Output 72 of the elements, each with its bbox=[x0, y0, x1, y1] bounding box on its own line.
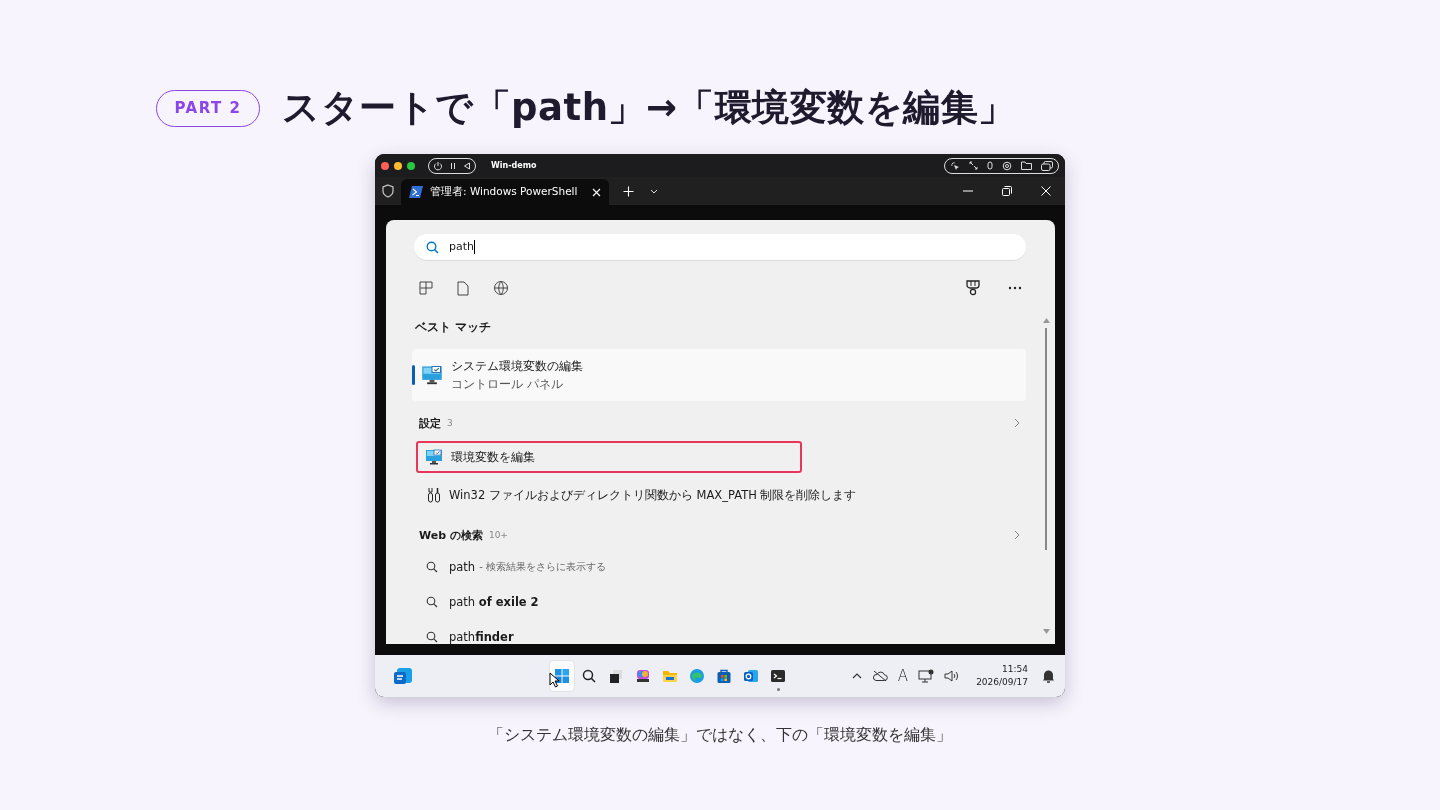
windows-icon[interactable] bbox=[1041, 160, 1053, 171]
apps-filter-icon[interactable] bbox=[419, 281, 433, 295]
result-text: path bbox=[449, 559, 476, 574]
widgets-icon bbox=[393, 667, 413, 685]
power-icon[interactable] bbox=[433, 160, 443, 171]
folder-icon bbox=[662, 668, 678, 684]
search-icon bbox=[426, 595, 438, 608]
store-icon bbox=[716, 668, 732, 684]
result-text: pathfinder bbox=[449, 629, 514, 644]
browser-icon bbox=[689, 668, 705, 684]
tab-title: 管理者: Windows PowerShell bbox=[430, 185, 578, 199]
back-icon[interactable] bbox=[463, 161, 471, 170]
chevron-up-icon[interactable] bbox=[851, 673, 862, 679]
windows-logo-icon bbox=[554, 668, 570, 684]
search-icon bbox=[581, 668, 597, 684]
search-icon bbox=[426, 630, 438, 643]
result-hint: - 検索結果をさらに表示する bbox=[479, 559, 606, 574]
device-icon[interactable] bbox=[987, 161, 993, 170]
folder-icon[interactable] bbox=[1021, 161, 1032, 170]
minimize-dot[interactable] bbox=[394, 161, 402, 170]
search-icon bbox=[426, 560, 438, 573]
result-count: 3 bbox=[447, 418, 453, 428]
caption-text: 「システム環境変数の編集」ではなく、下の「環境変数を編集」 bbox=[488, 725, 952, 746]
web-result[interactable]: pathfinder bbox=[414, 619, 1026, 644]
result-subtitle: コントロール パネル bbox=[451, 377, 564, 392]
cloud-off-icon[interactable] bbox=[871, 670, 888, 682]
more-icon[interactable] bbox=[1008, 286, 1022, 290]
close-tab-icon[interactable] bbox=[592, 187, 601, 197]
notification-icon[interactable] bbox=[1042, 669, 1055, 683]
powershell-icon bbox=[409, 186, 423, 198]
chevron-right-icon[interactable] bbox=[1014, 530, 1020, 540]
clock-date[interactable]: 2026/09/17 bbox=[976, 676, 1028, 689]
best-match-item[interactable]: システム環境変数の編集 コントロール パネル bbox=[412, 349, 1026, 401]
pointer-icon[interactable] bbox=[950, 160, 960, 171]
section-heading: Web の検索 bbox=[419, 527, 483, 543]
section-heading: 設定 bbox=[419, 415, 441, 431]
speaker-icon[interactable] bbox=[944, 670, 961, 682]
monitor-icon[interactable] bbox=[918, 669, 935, 683]
monitor-icon bbox=[425, 449, 443, 465]
settings-icon[interactable] bbox=[1002, 160, 1012, 171]
setting-item[interactable]: 環境変数を編集 bbox=[416, 441, 802, 473]
terminal-tab[interactable]: 管理者: Windows PowerShell bbox=[401, 179, 609, 205]
vm-title: Win-demo bbox=[491, 161, 537, 170]
app-icon bbox=[635, 668, 651, 684]
web-result[interactable]: path - 検索結果をさらに表示する bbox=[414, 549, 1026, 584]
search-icon bbox=[426, 240, 439, 254]
slide-title: スタートで「path」→「環境変数を編集」 bbox=[282, 85, 1016, 131]
close-dot[interactable] bbox=[381, 161, 389, 170]
mouse-cursor-icon bbox=[549, 672, 560, 688]
section-heading: ベスト マッチ bbox=[415, 320, 492, 335]
resize-icon[interactable] bbox=[969, 161, 978, 170]
terminal-icon bbox=[770, 668, 786, 684]
chevron-right-icon[interactable] bbox=[1014, 418, 1020, 428]
monitor-icon bbox=[421, 365, 443, 385]
setting-label: 環境変数を編集 bbox=[451, 449, 535, 465]
clock-time[interactable]: 11:54 bbox=[1002, 663, 1028, 676]
result-title: システム環境変数の編集 bbox=[451, 358, 583, 375]
search-field[interactable]: path bbox=[414, 234, 1026, 260]
result-text: path of exile 2 bbox=[449, 594, 539, 609]
task-view-icon bbox=[608, 668, 624, 684]
tools-icon bbox=[427, 487, 441, 503]
web-filter-icon[interactable] bbox=[493, 280, 509, 296]
trophy-icon[interactable] bbox=[966, 280, 980, 296]
web-result[interactable]: path of exile 2 bbox=[414, 584, 1026, 619]
setting-item[interactable]: Win32 ファイルおよびディレクトリ関数から MAX_PATH 制限を削除します bbox=[416, 479, 1016, 511]
setting-label: Win32 ファイルおよびディレクトリ関数から MAX_PATH 制限を削除します bbox=[449, 487, 857, 503]
zoom-dot[interactable] bbox=[407, 161, 415, 170]
input-mode-indicator[interactable]: A bbox=[897, 667, 909, 685]
pause-icon[interactable] bbox=[449, 161, 457, 170]
document-filter-icon[interactable] bbox=[457, 280, 469, 296]
mail-icon bbox=[743, 668, 759, 684]
result-count: 10+ bbox=[488, 530, 508, 540]
